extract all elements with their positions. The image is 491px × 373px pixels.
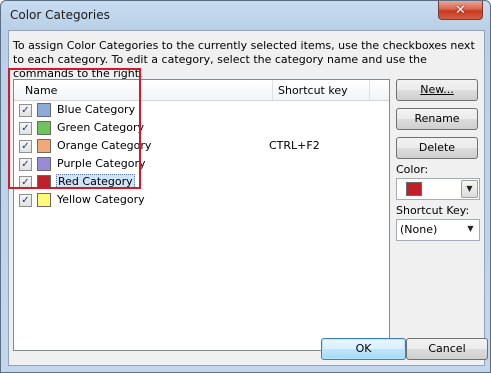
- chevron-down-icon[interactable]: ▼: [461, 180, 478, 198]
- list-item[interactable]: ✓ Blue Category: [14, 101, 389, 119]
- ok-button[interactable]: OK: [321, 338, 406, 360]
- category-checkbox[interactable]: ✓: [19, 176, 32, 189]
- shortcut-key-select[interactable]: (None) ▼: [396, 219, 480, 241]
- category-checkbox[interactable]: ✓: [19, 140, 32, 153]
- close-icon: ✕: [455, 2, 466, 18]
- dialog-body: To assign Color Categories to the curren…: [8, 30, 488, 366]
- cancel-button-label: Cancel: [428, 342, 466, 355]
- delete-button[interactable]: Delete: [396, 137, 478, 159]
- shortcut-key-value: (None): [400, 223, 438, 236]
- category-color-swatch: [37, 121, 51, 135]
- title-bar[interactable]: Color Categories ✕: [1, 1, 490, 31]
- color-picker[interactable]: ▼: [396, 178, 480, 200]
- shortcut-key-label: Shortcut Key:: [396, 204, 470, 217]
- category-color-swatch: [37, 175, 51, 189]
- dialog-window: Color Categories ✕ To assign Color Categ…: [0, 0, 491, 373]
- category-checkbox[interactable]: ✓: [19, 122, 32, 135]
- list-item[interactable]: ✓ Green Category: [14, 119, 389, 137]
- category-checkbox[interactable]: ✓: [19, 104, 32, 117]
- column-divider[interactable]: [272, 80, 273, 100]
- new-button[interactable]: New...: [396, 79, 478, 101]
- list-item[interactable]: ✓ Orange Category CTRL+F2: [14, 137, 389, 155]
- category-label[interactable]: Red Category: [56, 174, 135, 189]
- category-label[interactable]: Green Category: [56, 121, 145, 134]
- rename-button-label: Rename: [414, 112, 460, 125]
- close-button[interactable]: ✕: [438, 1, 483, 20]
- category-color-swatch: [37, 103, 51, 117]
- cancel-button[interactable]: Cancel: [406, 338, 488, 360]
- category-color-swatch: [37, 139, 51, 153]
- column-header-name[interactable]: Name: [25, 84, 57, 97]
- category-label[interactable]: Yellow Category: [56, 193, 146, 206]
- new-button-label: New...: [420, 83, 454, 96]
- column-divider[interactable]: [369, 80, 370, 100]
- list-header: Name Shortcut key: [14, 80, 389, 101]
- list-item[interactable]: ✓ Yellow Category: [14, 191, 389, 209]
- window-title: Color Categories: [10, 8, 110, 22]
- color-label: Color:: [396, 163, 429, 176]
- category-label[interactable]: Blue Category: [56, 103, 136, 116]
- category-checkbox[interactable]: ✓: [19, 158, 32, 171]
- category-label[interactable]: Purple Category: [56, 157, 146, 170]
- category-list[interactable]: Name Shortcut key ✓ Blue Category ✓ Green C…: [13, 79, 390, 351]
- category-checkbox[interactable]: ✓: [19, 194, 32, 207]
- selected-color-swatch: [406, 182, 422, 196]
- list-item[interactable]: ✓ Red Category: [14, 173, 389, 191]
- rename-button[interactable]: Rename: [396, 108, 478, 130]
- category-color-swatch: [37, 193, 51, 207]
- category-color-swatch: [37, 157, 51, 171]
- instructions-text: To assign Color Categories to the curren…: [13, 39, 475, 80]
- ok-button-label: OK: [355, 342, 372, 355]
- list-item[interactable]: ✓ Purple Category: [14, 155, 389, 173]
- category-label[interactable]: Orange Category: [56, 139, 152, 152]
- column-header-shortcut[interactable]: Shortcut key: [278, 84, 348, 97]
- chevron-down-icon[interactable]: ▼: [463, 221, 478, 237]
- delete-button-label: Delete: [418, 141, 456, 154]
- category-shortcut: CTRL+F2: [269, 139, 320, 152]
